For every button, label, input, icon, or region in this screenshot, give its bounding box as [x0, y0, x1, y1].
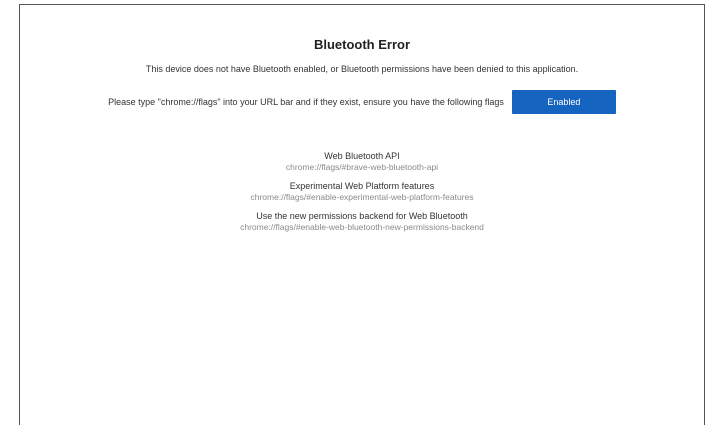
flag-item-web-bluetooth-api: Web Bluetooth API chrome://flags/#brave-…	[20, 150, 704, 173]
instruction-row: Please type "chrome://flags" into your U…	[20, 90, 704, 114]
app-window: Bluetooth Error This device does not hav…	[19, 4, 705, 425]
flag-url: chrome://flags/#enable-web-bluetooth-new…	[240, 222, 484, 232]
page-title: Bluetooth Error	[313, 37, 411, 52]
flags-list: Web Bluetooth API chrome://flags/#brave-…	[20, 150, 704, 240]
instruction-text: Please type "chrome://flags" into your U…	[108, 97, 504, 107]
flag-name: Web Bluetooth API	[324, 151, 400, 161]
enabled-button[interactable]: Enabled	[511, 90, 616, 114]
flag-name: Use the new permissions backend for Web …	[256, 211, 468, 221]
flag-url: chrome://flags/#enable-experimental-web-…	[250, 192, 474, 202]
flag-item-new-permissions-backend: Use the new permissions backend for Web …	[20, 210, 704, 233]
flag-name: Experimental Web Platform features	[289, 181, 435, 191]
flag-url: chrome://flags/#brave-web-bluetooth-api	[285, 162, 439, 172]
error-message: This device does not have Bluetooth enab…	[145, 64, 579, 74]
flag-item-experimental-web-platform: Experimental Web Platform features chrom…	[20, 180, 704, 203]
